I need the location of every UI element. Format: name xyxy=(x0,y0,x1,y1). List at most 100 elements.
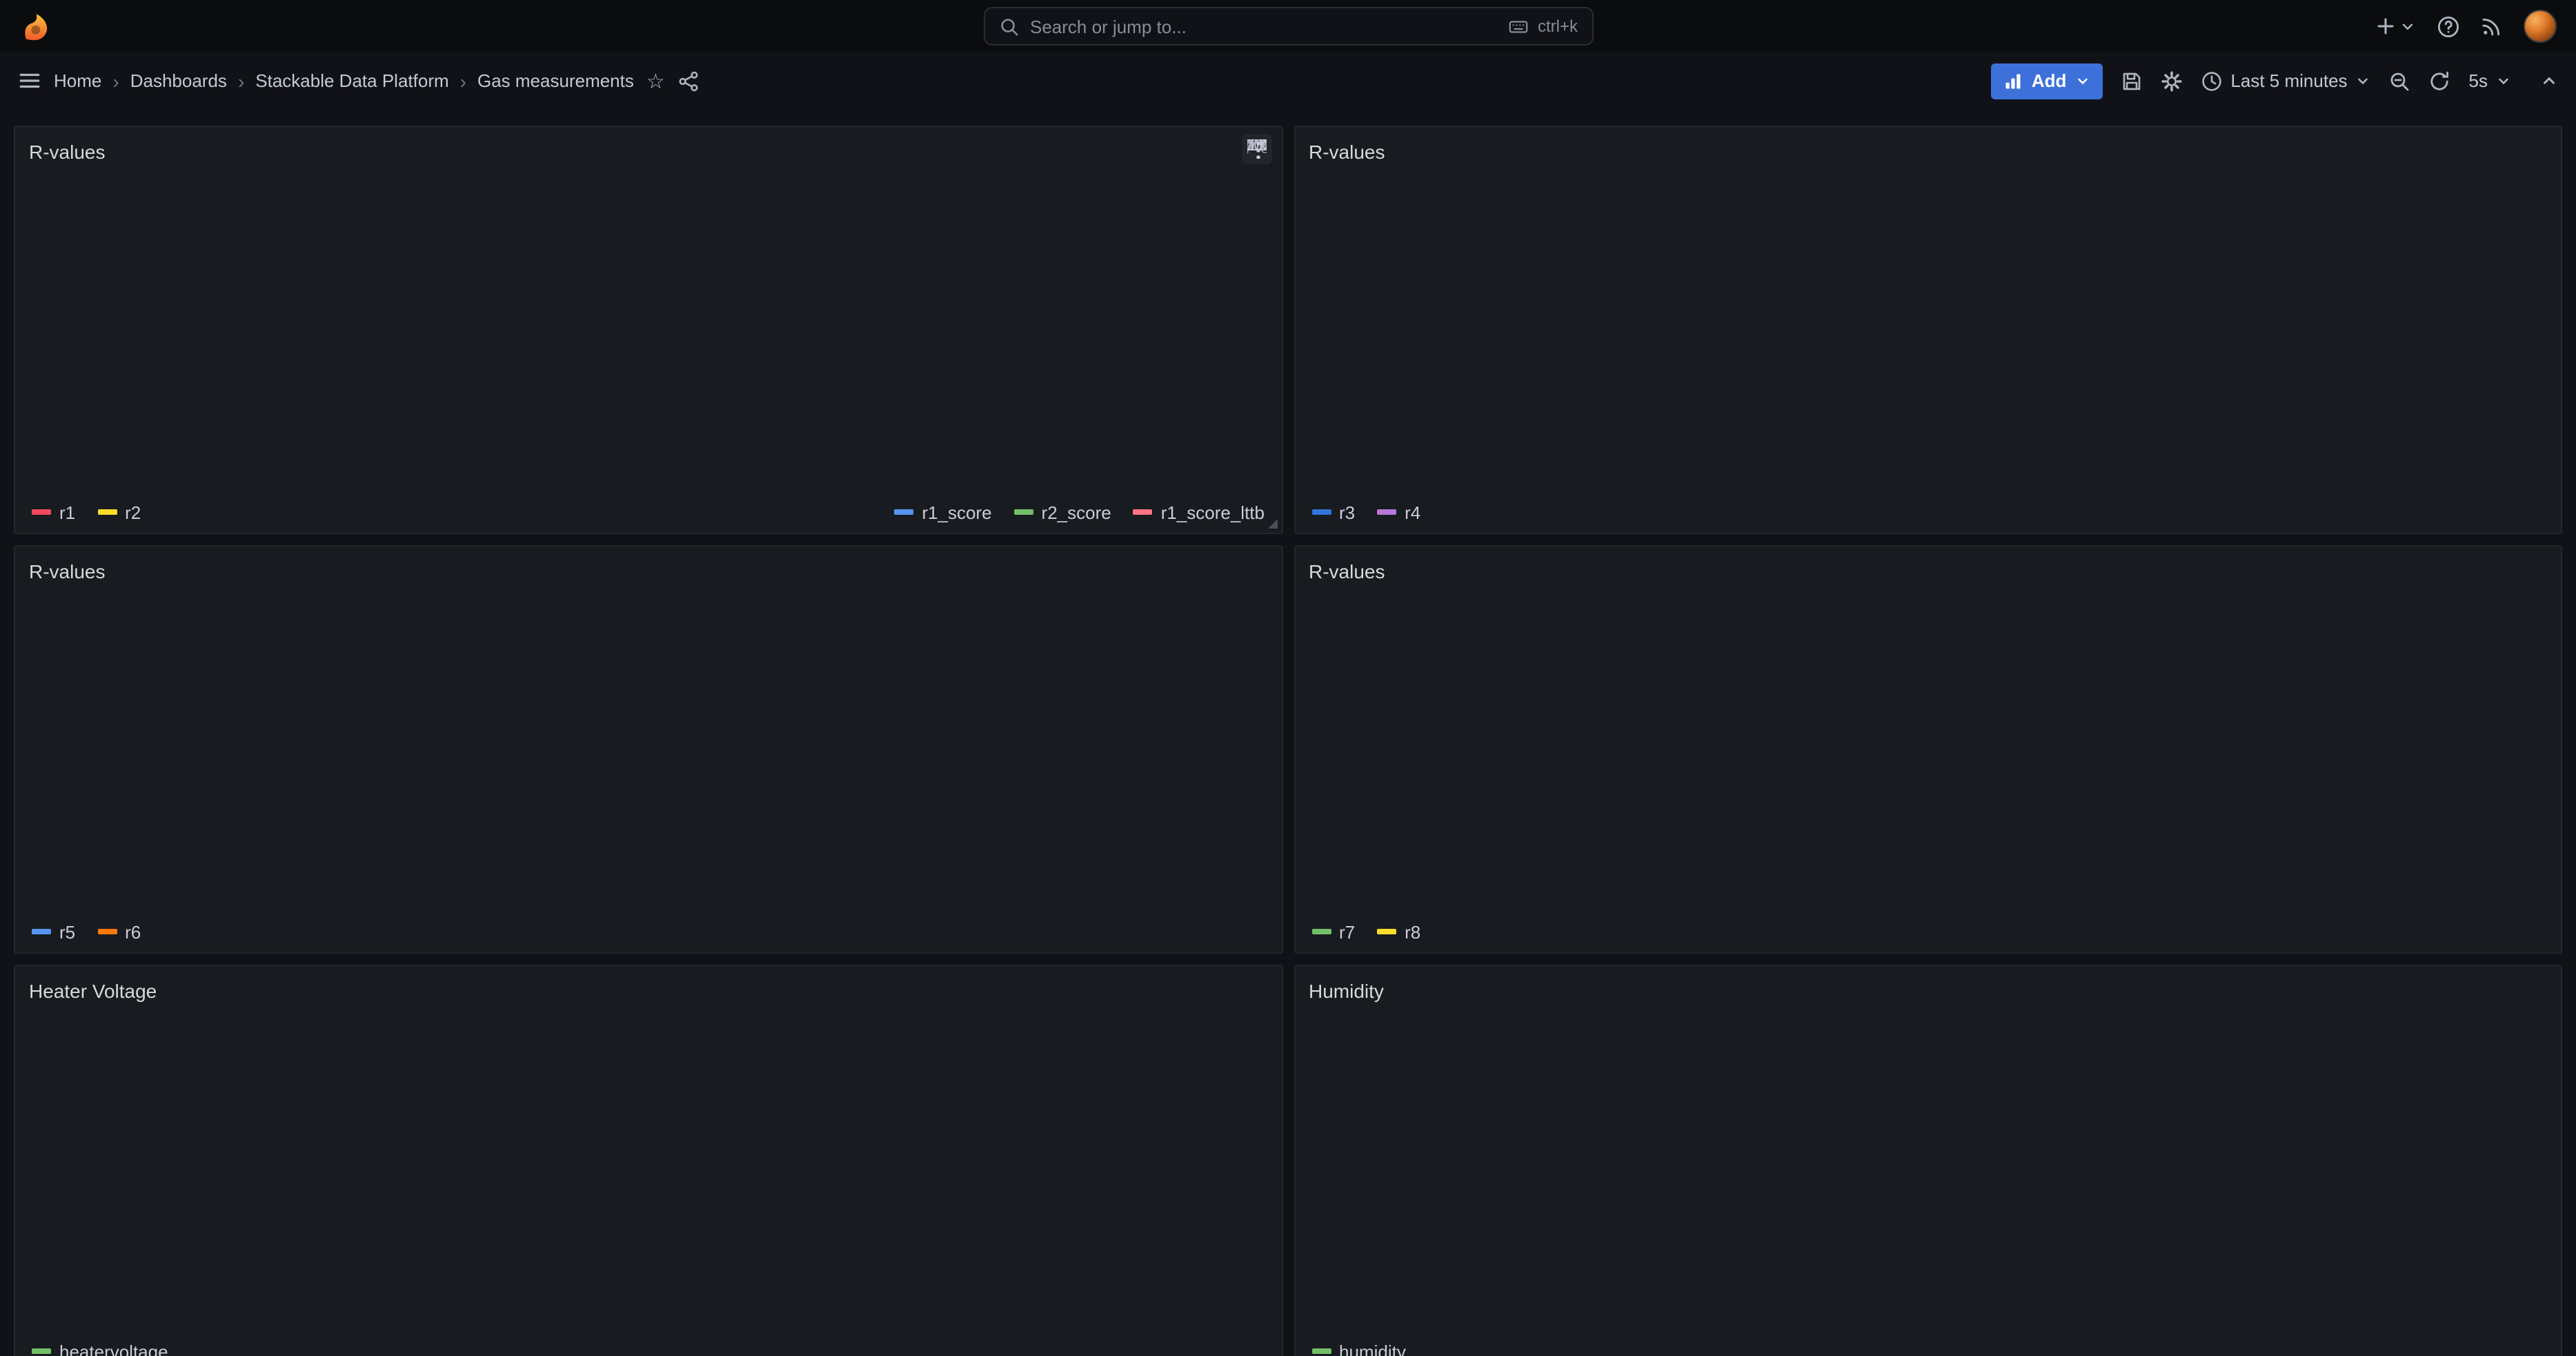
plus-icon xyxy=(2375,15,2397,37)
legend-swatch xyxy=(1377,929,1396,934)
panel-6-humidity: Humidity 52.755353.2553.553.755417:08:00… xyxy=(1294,965,2562,1356)
panel-header: Humidity xyxy=(1309,976,2547,1006)
time-series-chart[interactable] xyxy=(29,587,1267,915)
breadcrumb-separator-icon: › xyxy=(112,70,119,92)
legend-swatch xyxy=(1311,509,1331,515)
save-dashboard-button[interactable] xyxy=(2120,70,2142,92)
legend-item[interactable]: r3 xyxy=(1311,502,1355,522)
question-circle-icon xyxy=(2437,14,2460,38)
share-button[interactable] xyxy=(677,70,700,92)
legend-swatch xyxy=(97,509,117,515)
breadcrumb-dashboards[interactable]: Dashboards xyxy=(130,70,227,91)
panel-4-r-values: R-values 02040608017:08:0017:08:3017:09:… xyxy=(1294,545,2562,954)
panel-title[interactable]: R-values xyxy=(29,560,106,582)
time-range-picker[interactable]: Last 5 minutes xyxy=(2200,70,2370,92)
legend-swatch xyxy=(894,509,913,515)
top-bar: Search or jump to... ctrl+k xyxy=(0,0,2576,52)
panel-1-r-values: R-values 02040608017:08:0017:08:3017:09:… xyxy=(14,126,1282,534)
refresh-interval-label: 5s xyxy=(2469,70,2488,91)
grafana-logo-icon[interactable] xyxy=(19,10,51,42)
legend-swatch xyxy=(1133,509,1153,515)
panel-header: R-values xyxy=(1309,556,2547,587)
legend-label: r2_score xyxy=(1042,502,1111,522)
graph-add-icon xyxy=(2004,71,2023,90)
refresh-interval-picker[interactable]: 5s xyxy=(2469,70,2511,91)
search-placeholder: Search or jump to... xyxy=(1030,16,1187,37)
time-series-chart[interactable] xyxy=(1309,167,2547,495)
time-series-chart[interactable] xyxy=(29,167,1267,495)
time-series-chart[interactable] xyxy=(1309,587,2547,915)
time-series-chart[interactable] xyxy=(29,1006,1267,1335)
panel-3-r-values: R-values 02040608017:08:0017:08:3017:09:… xyxy=(14,545,1282,954)
legend-item[interactable]: r8 xyxy=(1377,921,1420,942)
news-button[interactable] xyxy=(2481,15,2503,37)
legend-item[interactable]: r1_score xyxy=(894,502,991,522)
legend: r3 r4 xyxy=(1309,495,2547,529)
legend: r5 r6 xyxy=(29,915,1267,948)
legend-swatch xyxy=(1377,509,1396,515)
search-shortcut: ctrl+k xyxy=(1509,16,1578,37)
legend: humidity xyxy=(1309,1335,2547,1356)
favorite-star-button[interactable]: ☆ xyxy=(646,68,665,93)
legend-label: r1_score xyxy=(922,502,991,522)
breadcrumb-current: Gas measurements xyxy=(477,70,634,91)
legend-item[interactable]: r5 xyxy=(32,921,75,942)
panel-title[interactable]: R-values xyxy=(1309,141,1385,163)
legend-swatch xyxy=(32,929,51,934)
collapse-controls-button[interactable] xyxy=(2540,72,2558,90)
legend-swatch xyxy=(32,1348,51,1354)
panel-resize-handle[interactable] xyxy=(1267,519,1277,529)
legend-left: heatervoltage xyxy=(32,1341,168,1356)
legend-item[interactable]: r4 xyxy=(1377,502,1420,522)
kebab-menu-icon: 02040608017:08:0017:08:3017:09:0017:09:3… xyxy=(1247,139,1266,159)
panel-title[interactable]: R-values xyxy=(29,141,106,163)
breadcrumb-folder[interactable]: Stackable Data Platform xyxy=(255,70,448,91)
refresh-icon xyxy=(2429,70,2451,92)
time-series-chart[interactable] xyxy=(1309,1006,2547,1335)
legend: r7 r8 xyxy=(1309,915,2547,948)
legend-label: r1_score_lttb xyxy=(1161,502,1265,522)
keyboard-icon xyxy=(1509,16,1529,37)
legend-item[interactable]: r2_score xyxy=(1014,502,1111,522)
legend-item[interactable]: r7 xyxy=(1311,921,1355,942)
new-button[interactable] xyxy=(2375,15,2416,37)
legend: heatervoltage xyxy=(29,1335,1267,1356)
panel-title[interactable]: Humidity xyxy=(1309,980,1384,1002)
legend-left: r1 r2 xyxy=(32,502,141,522)
legend-left: r3 r4 xyxy=(1311,502,1420,522)
breadcrumb-home[interactable]: Home xyxy=(54,70,101,91)
dashboard-settings-button[interactable] xyxy=(2160,70,2182,92)
legend-item[interactable]: r1 xyxy=(32,502,75,522)
zoom-out-button[interactable] xyxy=(2389,70,2411,92)
panel-header: Heater Voltage xyxy=(29,976,1267,1006)
legend-item[interactable]: humidity xyxy=(1311,1341,1406,1356)
panel-5-heater-voltage: Heater Voltage 0.20.40.60.817:08:0017:08… xyxy=(14,965,1282,1356)
menu-toggle-button[interactable] xyxy=(18,69,41,92)
refresh-button[interactable] xyxy=(2429,70,2451,92)
chevron-down-icon xyxy=(2399,18,2416,35)
breadcrumb-separator-icon: › xyxy=(460,70,466,92)
legend-swatch xyxy=(1014,509,1033,515)
legend-item[interactable]: heatervoltage xyxy=(32,1341,168,1356)
panel-menu-button[interactable]: 02040608017:08:0017:08:3017:09:0017:09:3… xyxy=(1241,134,1271,164)
save-icon xyxy=(2120,70,2142,92)
legend-label: r2 xyxy=(125,502,141,522)
legend-item[interactable]: r2 xyxy=(97,502,141,522)
legend-label: r8 xyxy=(1405,921,1420,942)
panel-title[interactable]: Heater Voltage xyxy=(29,980,157,1002)
panel-title[interactable]: R-values xyxy=(1309,560,1385,582)
search-input[interactable]: Search or jump to... ctrl+k xyxy=(983,7,1593,46)
legend-item[interactable]: r1_score_lttb xyxy=(1133,502,1265,522)
legend-label: r1 xyxy=(59,502,75,522)
chevron-down-icon xyxy=(2074,73,2090,88)
clock-icon xyxy=(2200,70,2222,92)
legend-item[interactable]: r6 xyxy=(97,921,141,942)
hamburger-icon xyxy=(18,69,41,92)
user-avatar[interactable] xyxy=(2524,10,2557,43)
breadcrumb: Home › Dashboards › Stackable Data Platf… xyxy=(54,70,634,92)
zoom-out-icon xyxy=(2389,70,2411,92)
help-button[interactable] xyxy=(2437,14,2460,38)
legend-label: heatervoltage xyxy=(59,1341,168,1356)
add-panel-button[interactable]: Add xyxy=(1992,63,2103,99)
search-icon xyxy=(998,16,1019,37)
